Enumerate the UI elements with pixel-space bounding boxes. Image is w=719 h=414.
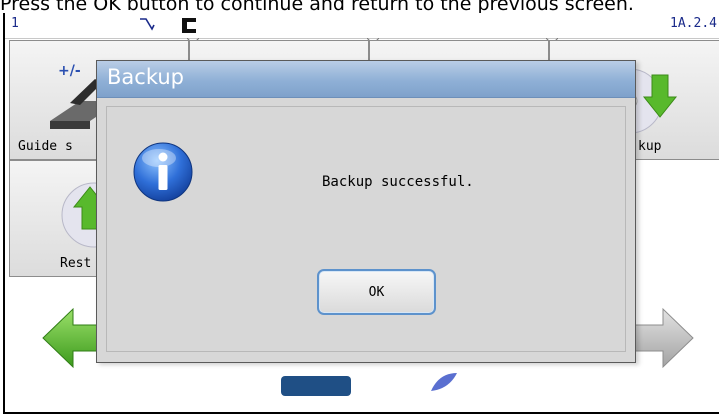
dialog-body: Backup successful. OK xyxy=(106,106,626,352)
dialog-title: Backup xyxy=(107,65,184,89)
tile-label: Rest xyxy=(60,256,92,271)
ok-button[interactable]: OK xyxy=(317,269,436,315)
info-icon xyxy=(133,142,193,202)
wrench-icon xyxy=(140,18,155,31)
guide-setup-icon-text: +/- xyxy=(58,63,81,79)
status-version: 1A.2.4 xyxy=(670,16,717,31)
status-page-number: 1 xyxy=(11,16,19,31)
tile-label: kup xyxy=(638,139,662,154)
dialog-titlebar[interactable]: Backup xyxy=(97,61,635,98)
device-icon xyxy=(182,18,196,33)
backup-dialog: Backup Backup successful. OK xyxy=(96,60,636,363)
dialog-message: Backup successful. xyxy=(322,174,474,190)
status-icons xyxy=(140,18,196,33)
tile-label: Guide s xyxy=(18,139,73,154)
leaf-icon xyxy=(431,373,457,391)
center-tile-icon xyxy=(281,376,351,396)
status-bar: 1 1A.2.4 xyxy=(5,13,719,39)
